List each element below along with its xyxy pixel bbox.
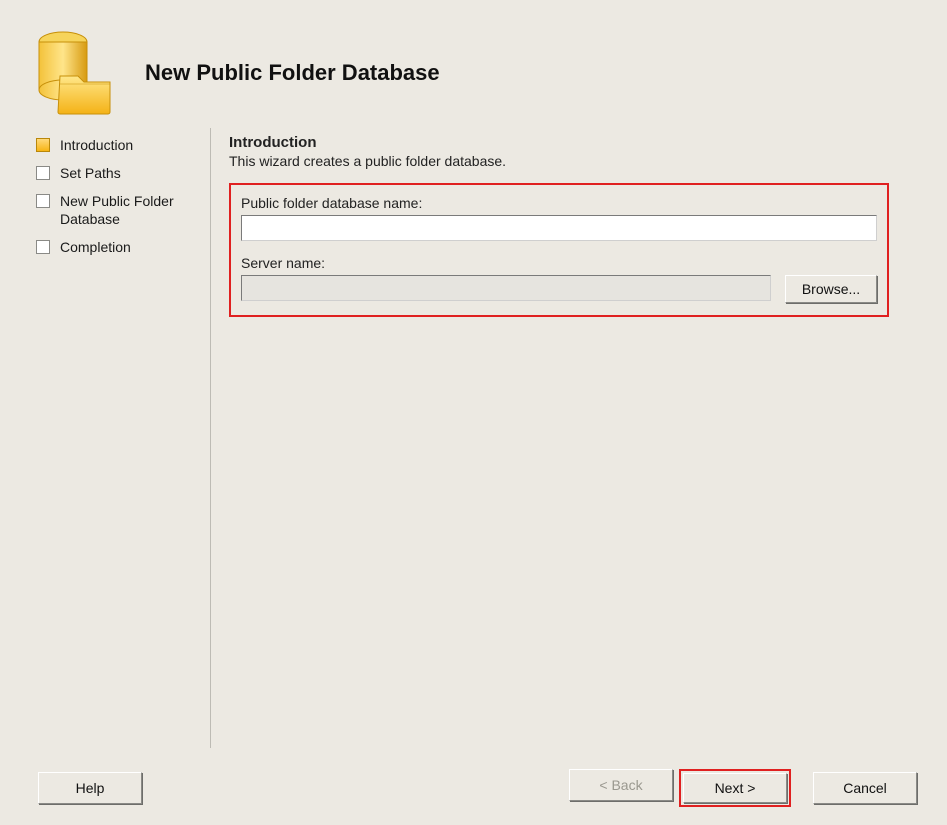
step-indicator-icon <box>36 194 50 208</box>
wizard-title: New Public Folder Database <box>145 60 440 86</box>
wizard-header: New Public Folder Database <box>0 0 947 128</box>
step-new-public-folder-database: New Public Folder Database <box>36 192 210 228</box>
step-set-paths: Set Paths <box>36 164 210 182</box>
step-label: Introduction <box>60 136 133 154</box>
wizard-body: Introduction Set Paths New Public Folder… <box>0 128 947 748</box>
wizard-dialog: New Public Folder Database Introduction … <box>0 0 947 825</box>
cancel-button[interactable]: Cancel <box>813 772 917 804</box>
back-button: < Back <box>569 769 673 801</box>
help-button[interactable]: Help <box>38 772 142 804</box>
browse-button[interactable]: Browse... <box>785 275 877 303</box>
step-label: Completion <box>60 238 131 256</box>
server-name-input <box>241 275 771 301</box>
public-folder-database-icon <box>30 28 120 118</box>
content-title: Introduction <box>229 134 927 151</box>
nav-button-group: < Back Next > Cancel <box>569 769 917 807</box>
step-indicator-icon <box>36 240 50 254</box>
db-name-label: Public folder database name: <box>241 195 877 211</box>
input-highlight-region: Public folder database name: Server name… <box>229 183 889 317</box>
step-completion: Completion <box>36 238 210 256</box>
step-label: Set Paths <box>60 164 121 182</box>
next-button-highlight: Next > <box>679 769 791 807</box>
next-button[interactable]: Next > <box>683 773 787 803</box>
content-description: This wizard creates a public folder data… <box>229 153 927 169</box>
step-indicator-icon <box>36 166 50 180</box>
wizard-footer: Help < Back Next > Cancel <box>0 751 947 825</box>
wizard-steps-sidebar: Introduction Set Paths New Public Folder… <box>0 128 210 748</box>
server-name-label: Server name: <box>241 255 877 271</box>
db-name-input[interactable] <box>241 215 877 241</box>
wizard-content: Introduction This wizard creates a publi… <box>211 128 947 748</box>
step-label: New Public Folder Database <box>60 192 210 228</box>
step-introduction: Introduction <box>36 136 210 154</box>
step-indicator-icon <box>36 138 50 152</box>
